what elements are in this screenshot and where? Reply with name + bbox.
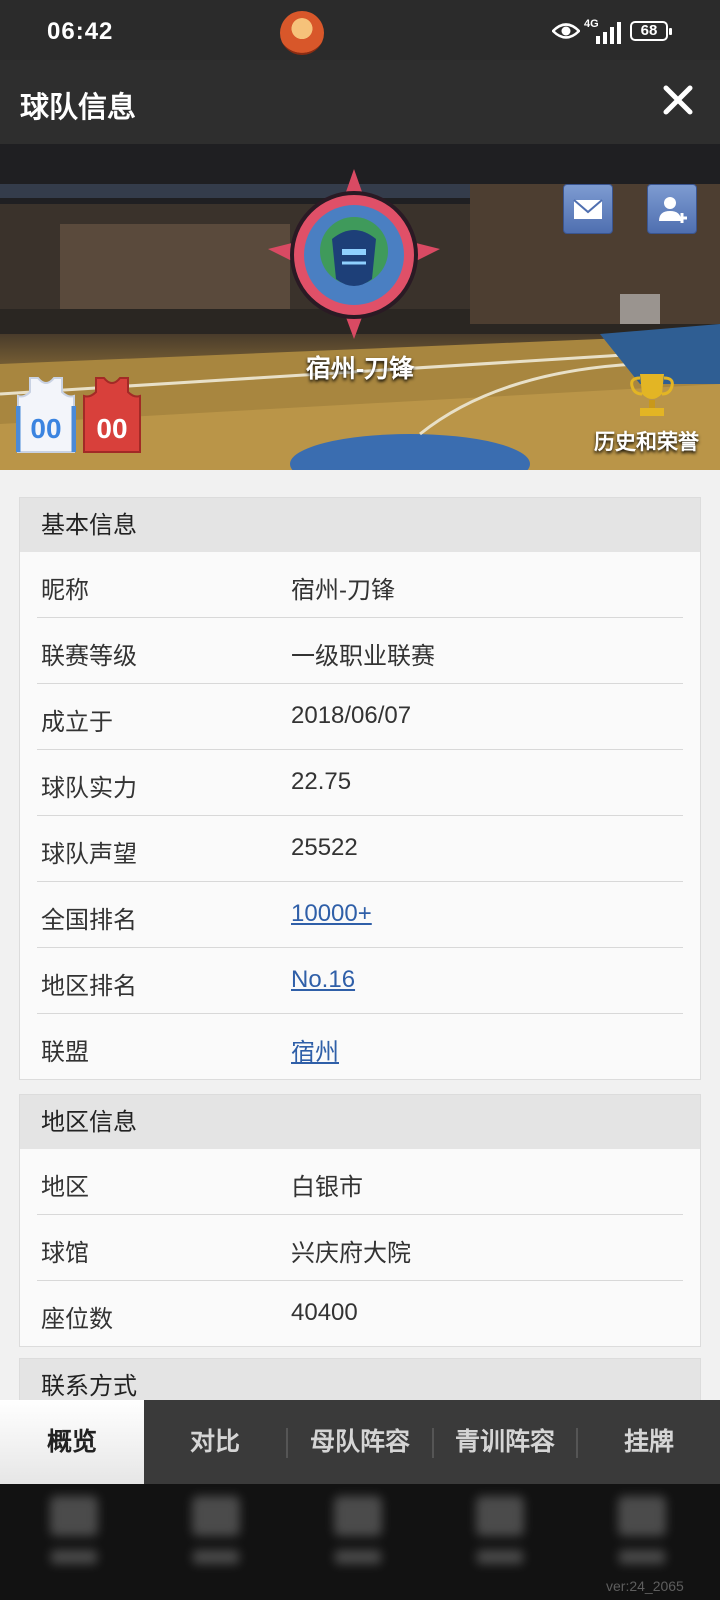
status-bar: 06:42 4G 68 xyxy=(0,0,720,60)
close-icon[interactable] xyxy=(660,82,696,118)
content-area: 基本信息 昵称 宿州-刀锋 联赛等级 一级职业联赛 成立于 2018/06/07… xyxy=(0,470,720,1400)
team-logo-icon xyxy=(268,169,440,339)
row-value: 40400 xyxy=(291,1299,358,1326)
row-label: 球队实力 xyxy=(41,775,137,802)
away-jersey-icon: 00 xyxy=(83,377,141,453)
info-row-nickname: 昵称 宿州-刀锋 xyxy=(37,552,683,618)
row-label: 全国排名 xyxy=(41,907,137,934)
row-value: 兴庆府大院 xyxy=(291,1240,411,1267)
tab-listing[interactable]: 挂牌 xyxy=(578,1400,720,1484)
blurred-nav-item xyxy=(46,1496,102,1576)
page-title: 球队信息 xyxy=(20,92,137,124)
info-row-alliance: 联盟 宿州 xyxy=(37,1014,683,1079)
row-value: 2018/06/07 xyxy=(291,702,412,729)
row-label: 球队声望 xyxy=(41,841,137,868)
contact-info-header: 联系方式 xyxy=(20,1359,700,1400)
away-jersey-number: 00 xyxy=(96,413,127,444)
home-jersey-icon: 00 xyxy=(15,377,77,453)
row-value: 一级职业联赛 xyxy=(291,643,435,670)
info-row-arena: 球馆 兴庆府大院 xyxy=(37,1215,683,1281)
add-friend-icon xyxy=(659,197,687,223)
info-row-seats: 座位数 40400 xyxy=(37,1281,683,1346)
blurred-nav-item xyxy=(188,1496,244,1576)
info-row-regional-rank: 地区排名 No.16 xyxy=(37,948,683,1014)
basic-info-panel: 基本信息 昵称 宿州-刀锋 联赛等级 一级职业联赛 成立于 2018/06/07… xyxy=(19,497,701,1080)
alliance-link[interactable]: 宿州 xyxy=(291,1032,339,1067)
version-label: ver:24_2065 xyxy=(606,1578,684,1594)
row-label: 成立于 xyxy=(41,709,113,736)
national-rank-link[interactable]: 10000+ xyxy=(291,900,372,928)
region-info-header: 地区信息 xyxy=(20,1095,700,1149)
info-row-region: 地区 白银市 xyxy=(37,1149,683,1215)
row-value: 22.75 xyxy=(291,768,352,795)
info-row-league-level: 联赛等级 一级职业联赛 xyxy=(37,618,683,684)
history-honors-link[interactable]: 历史和荣誉 xyxy=(594,426,699,456)
bottom-tab-bar: 概览 对比 母队阵容 青训阵容 挂牌 xyxy=(0,1400,720,1484)
home-jersey[interactable]: 00 xyxy=(15,376,77,454)
app-avatar-icon xyxy=(280,11,324,55)
row-value: 宿州-刀锋 xyxy=(291,577,395,604)
regional-rank-link[interactable]: No.16 xyxy=(291,966,355,994)
row-value: 白银市 xyxy=(291,1174,363,1201)
mail-icon xyxy=(573,199,603,219)
row-label: 昵称 xyxy=(41,577,89,604)
region-info-panel: 地区信息 地区 白银市 球馆 兴庆府大院 座位数 40400 xyxy=(19,1094,701,1347)
blurred-nav-item xyxy=(330,1496,386,1576)
row-label: 座位数 xyxy=(41,1306,113,1333)
blurred-nav-item xyxy=(614,1496,670,1576)
info-row-reputation: 球队声望 25522 xyxy=(37,816,683,882)
row-label: 球馆 xyxy=(41,1240,89,1267)
contact-info-panel: 联系方式 xyxy=(19,1358,701,1400)
blurred-nav-item xyxy=(472,1496,528,1576)
tab-compare[interactable]: 对比 xyxy=(144,1400,286,1484)
signal-icon xyxy=(596,22,621,44)
row-label: 联赛等级 xyxy=(41,643,137,670)
eye-icon xyxy=(552,23,580,39)
basic-info-header: 基本信息 xyxy=(20,498,700,552)
info-row-strength: 球队实力 22.75 xyxy=(37,750,683,816)
info-row-founded: 成立于 2018/06/07 xyxy=(37,684,683,750)
row-label: 地区排名 xyxy=(41,973,137,1000)
row-label: 地区 xyxy=(41,1174,89,1201)
trophy-icon[interactable] xyxy=(628,372,676,418)
mail-button[interactable] xyxy=(563,184,613,234)
tab-overview[interactable]: 概览 xyxy=(0,1400,144,1484)
add-friend-button[interactable] xyxy=(647,184,697,234)
title-bar: 球队信息 xyxy=(0,60,720,144)
away-jersey[interactable]: 00 xyxy=(82,376,142,454)
team-banner: 宿州-刀锋 00 00 历史和荣誉 xyxy=(0,144,720,470)
info-row-national-rank: 全国排名 10000+ xyxy=(37,882,683,948)
row-value: 25522 xyxy=(291,834,358,861)
status-time: 06:42 xyxy=(47,18,114,45)
home-jersey-number: 00 xyxy=(30,413,61,444)
tab-main-roster[interactable]: 母队阵容 xyxy=(288,1400,432,1484)
tab-youth-roster[interactable]: 青训阵容 xyxy=(434,1400,576,1484)
battery-indicator: 68 xyxy=(630,21,672,41)
row-label: 联盟 xyxy=(41,1039,89,1066)
